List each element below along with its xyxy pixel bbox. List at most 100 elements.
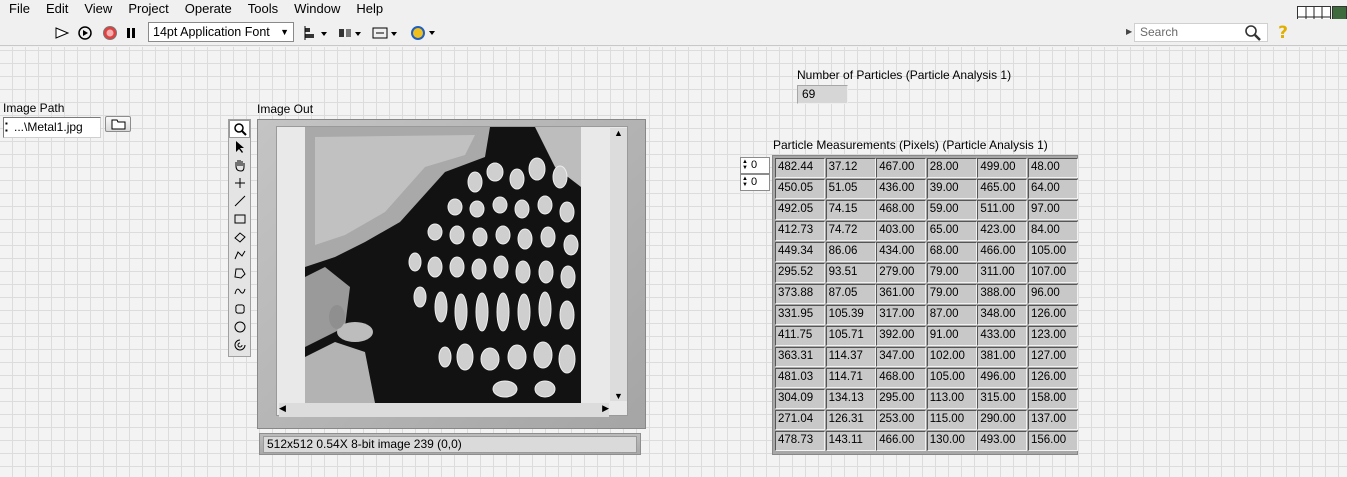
array-cell[interactable]: 126.31 (825, 410, 876, 430)
array-cell[interactable]: 468.00 (876, 368, 927, 388)
array-cell[interactable]: 59.00 (926, 200, 977, 220)
font-select[interactable]: 14pt Application Font ▼ (148, 22, 294, 42)
freehand-line-icon[interactable] (229, 282, 250, 300)
freehand-region-icon[interactable] (229, 300, 250, 318)
array-cell[interactable]: 126.00 (1027, 368, 1078, 388)
array-cell[interactable]: 156.00 (1027, 431, 1078, 451)
metal-microstructure-image[interactable] (305, 127, 581, 403)
run-continuously-icon[interactable] (75, 23, 95, 43)
array-cell[interactable]: 97.00 (1027, 200, 1078, 220)
array-cell[interactable]: 295.52 (775, 263, 825, 283)
array-cell[interactable]: 466.00 (977, 242, 1028, 262)
image-horizontal-scrollbar[interactable]: ◀ ▶ (279, 403, 609, 417)
array-cell[interactable]: 392.00 (876, 326, 927, 346)
array-cell[interactable]: 74.72 (825, 221, 876, 241)
array-cell[interactable]: 79.00 (926, 263, 977, 283)
pan-icon[interactable] (229, 156, 250, 174)
point-icon[interactable] (229, 174, 250, 192)
array-cell[interactable]: 115.00 (926, 410, 977, 430)
array-cell[interactable]: 361.00 (876, 284, 927, 304)
array-cell[interactable]: 114.71 (825, 368, 876, 388)
pause-icon[interactable] (121, 23, 141, 43)
help-icon[interactable]: ? (1273, 23, 1293, 43)
array-cell[interactable]: 271.04 (775, 410, 825, 430)
array-cell[interactable]: 331.95 (775, 305, 825, 325)
menu-operate[interactable]: Operate (177, 0, 240, 18)
array-cell[interactable]: 290.00 (977, 410, 1028, 430)
array-cell[interactable]: 433.00 (977, 326, 1028, 346)
array-cell[interactable]: 381.00 (977, 347, 1028, 367)
resize-icon[interactable] (371, 23, 399, 43)
array-cell[interactable]: 465.00 (977, 179, 1028, 199)
array-cell[interactable]: 436.00 (876, 179, 927, 199)
array-cell[interactable]: 86.06 (825, 242, 876, 262)
array-cell[interactable]: 91.00 (926, 326, 977, 346)
array-cell[interactable]: 93.51 (825, 263, 876, 283)
array-cell[interactable]: 496.00 (977, 368, 1028, 388)
run-arrow-icon[interactable] (52, 23, 72, 43)
abort-icon[interactable] (100, 23, 120, 43)
array-cell[interactable]: 449.34 (775, 242, 825, 262)
array-cell[interactable]: 348.00 (977, 305, 1028, 325)
menu-file[interactable]: File (0, 0, 38, 18)
array-cell[interactable]: 65.00 (926, 221, 977, 241)
array-cell[interactable]: 295.00 (876, 389, 927, 409)
oval-icon[interactable] (229, 318, 250, 336)
array-cell[interactable]: 363.31 (775, 347, 825, 367)
array-cell[interactable]: 107.00 (1027, 263, 1078, 283)
line-icon[interactable] (229, 192, 250, 210)
array-cell[interactable]: 373.88 (775, 284, 825, 304)
menu-tools[interactable]: Tools (240, 0, 286, 18)
array-cell[interactable]: 467.00 (876, 158, 927, 178)
array-cell[interactable]: 143.11 (825, 431, 876, 451)
array-cell[interactable]: 311.00 (977, 263, 1028, 283)
array-cell[interactable]: 411.75 (775, 326, 825, 346)
array-cell[interactable]: 64.00 (1027, 179, 1078, 199)
array-cell[interactable]: 96.00 (1027, 284, 1078, 304)
image-path-field[interactable]: ▪ ▪ ...\Metal1.jpg (3, 117, 101, 138)
array-cell[interactable]: 315.00 (977, 389, 1028, 409)
array-cell[interactable]: 137.00 (1027, 410, 1078, 430)
menu-view[interactable]: View (76, 0, 120, 18)
array-cell[interactable]: 304.09 (775, 389, 825, 409)
array-cell[interactable]: 482.44 (775, 158, 825, 178)
array-cell[interactable]: 478.73 (775, 431, 825, 451)
menu-help[interactable]: Help (348, 0, 391, 18)
array-cell[interactable]: 253.00 (876, 410, 927, 430)
array-cell[interactable]: 499.00 (977, 158, 1028, 178)
array-cell[interactable]: 87.00 (926, 305, 977, 325)
polyline-icon[interactable] (229, 246, 250, 264)
array-cell[interactable]: 403.00 (876, 221, 927, 241)
array-col-index[interactable]: ▲ ▼ 0 (740, 174, 770, 191)
browse-button[interactable] (105, 116, 131, 132)
array-cell[interactable]: 466.00 (876, 431, 927, 451)
menu-project[interactable]: Project (120, 0, 176, 18)
array-cell[interactable]: 493.00 (977, 431, 1028, 451)
array-cell[interactable]: 511.00 (977, 200, 1028, 220)
reorder-icon[interactable] (409, 23, 437, 43)
array-cell[interactable]: 68.00 (926, 242, 977, 262)
pointer-icon[interactable] (229, 138, 250, 156)
array-cell[interactable]: 468.00 (876, 200, 927, 220)
array-cell[interactable]: 492.05 (775, 200, 825, 220)
array-cell[interactable]: 87.05 (825, 284, 876, 304)
array-cell[interactable]: 412.73 (775, 221, 825, 241)
array-cell[interactable]: 423.00 (977, 221, 1028, 241)
array-cell[interactable]: 134.13 (825, 389, 876, 409)
scroll-up-icon[interactable]: ▲ (614, 128, 623, 138)
array-cell[interactable]: 79.00 (926, 284, 977, 304)
menu-window[interactable]: Window (286, 0, 348, 18)
array-cell[interactable]: 317.00 (876, 305, 927, 325)
array-cell[interactable]: 434.00 (876, 242, 927, 262)
array-cell[interactable]: 130.00 (926, 431, 977, 451)
array-cell[interactable]: 347.00 (876, 347, 927, 367)
scroll-down-icon[interactable]: ▼ (614, 391, 623, 401)
array-cell[interactable]: 158.00 (1027, 389, 1078, 409)
zoom-icon[interactable] (229, 120, 250, 138)
polygon-icon[interactable] (229, 264, 250, 282)
array-cell[interactable]: 105.00 (1027, 242, 1078, 262)
array-cell[interactable]: 51.05 (825, 179, 876, 199)
rotated-rect-icon[interactable] (229, 228, 250, 246)
menu-edit[interactable]: Edit (38, 0, 76, 18)
search-expand-icon[interactable]: ▶ (1126, 27, 1132, 36)
